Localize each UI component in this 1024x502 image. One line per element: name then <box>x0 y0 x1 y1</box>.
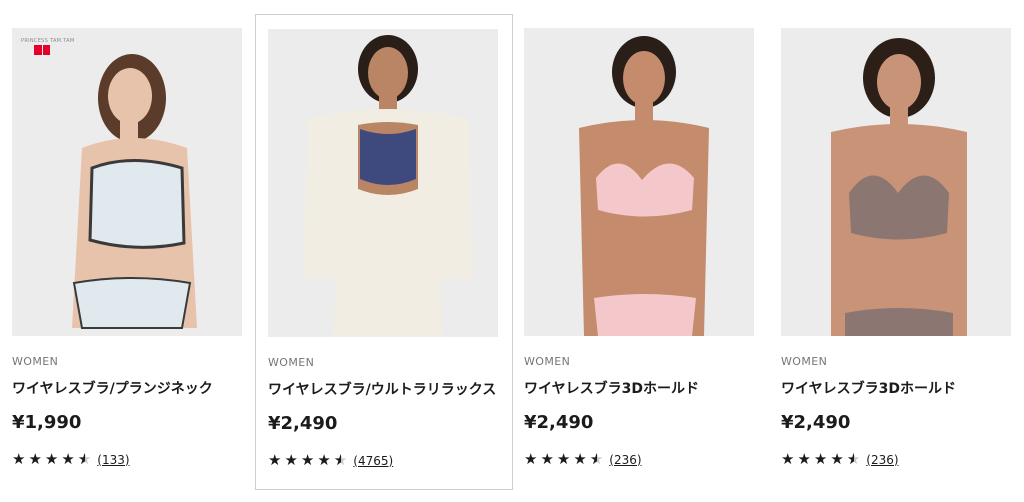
star-icon: ★ <box>12 450 26 468</box>
star-icon: ★ <box>28 450 42 468</box>
product-rating: ★ ★ ★ ★ ★ (133) <box>12 450 130 468</box>
product-grid: PRINCESS TAM.TAM WOMEN ワイヤレスブラ/プランジネック ¥… <box>0 0 1024 502</box>
product-name[interactable]: ワイヤレスブラ/ウルトラリラックス <box>268 379 496 399</box>
star-icon: ★ <box>317 451 331 469</box>
product-gender: WOMEN <box>268 356 315 369</box>
review-count-link[interactable]: (133) <box>97 453 129 467</box>
review-count-link[interactable]: (236) <box>609 453 641 467</box>
uniqlo-logo-icon <box>34 45 50 55</box>
product-card[interactable]: PRINCESS TAM.TAM WOMEN ワイヤレスブラ/プランジネック ¥… <box>0 14 258 490</box>
review-count-link[interactable]: (236) <box>866 453 898 467</box>
product-image[interactable]: PRINCESS TAM.TAM <box>12 28 242 336</box>
model-photo <box>781 28 1011 336</box>
star-icon: ★ <box>268 451 282 469</box>
product-image[interactable] <box>781 28 1011 336</box>
star-icon: ★ <box>284 451 298 469</box>
product-card[interactable]: WOMEN ワイヤレスブラ3Dホールド ¥2,490 ★ ★ ★ ★ ★ (23… <box>512 14 770 490</box>
product-rating: ★ ★ ★ ★ ★ (4765) <box>268 451 393 469</box>
product-price: ¥2,490 <box>781 412 851 433</box>
star-icon: ★ <box>44 450 59 468</box>
star-icon: ★ <box>540 450 554 468</box>
star-icon: ★ <box>300 451 315 469</box>
star-icon: ★ <box>556 450 571 468</box>
product-card[interactable]: WOMEN ワイヤレスブラ/ウルトラリラックス ¥2,490 ★ ★ ★ ★ ★… <box>255 14 513 490</box>
review-count-link[interactable]: (4765) <box>353 454 393 468</box>
model-photo <box>524 28 754 336</box>
star-icon: ★ <box>61 450 75 468</box>
product-gender: WOMEN <box>12 355 59 368</box>
product-image[interactable] <box>524 28 754 336</box>
model-photo <box>12 28 242 336</box>
product-rating: ★ ★ ★ ★ ★ (236) <box>524 450 642 468</box>
rating-stars: ★ ★ ★ ★ ★ <box>12 450 91 468</box>
half-star-icon: ★ <box>334 453 347 469</box>
product-price: ¥2,490 <box>524 412 594 433</box>
product-rating: ★ ★ ★ ★ ★ (236) <box>781 450 899 468</box>
star-icon: ★ <box>813 450 828 468</box>
half-star-icon: ★ <box>590 452 603 468</box>
rating-stars: ★ ★ ★ ★ ★ <box>268 451 347 469</box>
product-gender: WOMEN <box>524 355 571 368</box>
star-icon: ★ <box>573 450 587 468</box>
product-gender: WOMEN <box>781 355 828 368</box>
product-name[interactable]: ワイヤレスブラ3Dホールド <box>524 378 699 398</box>
half-star-icon: ★ <box>847 452 860 468</box>
product-name[interactable]: ワイヤレスブラ/プランジネック <box>12 378 213 398</box>
product-price: ¥2,490 <box>268 413 338 434</box>
product-name[interactable]: ワイヤレスブラ3Dホールド <box>781 378 956 398</box>
star-icon: ★ <box>797 450 811 468</box>
product-price: ¥1,990 <box>12 412 82 433</box>
rating-stars: ★ ★ ★ ★ ★ <box>781 450 860 468</box>
star-icon: ★ <box>830 450 844 468</box>
brand-badge: PRINCESS TAM.TAM <box>21 38 75 44</box>
star-icon: ★ <box>524 450 538 468</box>
product-card[interactable]: WOMEN ワイヤレスブラ3Dホールド ¥2,490 ★ ★ ★ ★ ★ (23… <box>769 14 1024 490</box>
rating-stars: ★ ★ ★ ★ ★ <box>524 450 603 468</box>
half-star-icon: ★ <box>78 452 91 468</box>
model-photo <box>268 29 498 337</box>
star-icon: ★ <box>781 450 795 468</box>
product-image[interactable] <box>268 29 498 337</box>
